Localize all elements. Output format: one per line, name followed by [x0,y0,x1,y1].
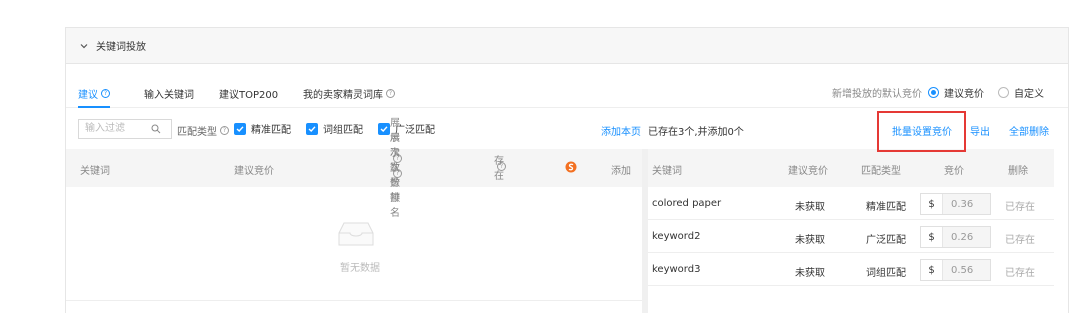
col-bid: 竞价 [944,166,964,177]
row-match-type: 词组匹配 [866,268,906,279]
panel-title: 关键词投放 [96,42,146,53]
col-keyword: 关键词 [80,166,110,177]
col-keyword: 关键词 [652,166,682,177]
checkbox-checked-icon [378,122,390,135]
checkbox-phrase[interactable]: 词组匹配 [306,121,363,136]
tab-label: 输入关键词 [144,90,194,101]
radio-custom-bid[interactable] [998,87,1009,98]
table-row: keyword3 未获取 词组匹配 $ 0.56 已存在 [648,253,1054,286]
radio-label: 建议竞价 [944,89,984,100]
bid-input[interactable]: $ 0.26 [920,226,991,248]
row-match-type: 精准匹配 [866,202,906,213]
currency-symbol: $ [921,194,943,214]
checkbox-label: 精准匹配 [251,125,291,136]
batch-set-bid-link[interactable]: 批量设置竞价 [892,123,952,138]
add-page-link[interactable]: 添加本页 [601,123,641,138]
row-suggested-bid: 未获取 [795,202,825,213]
bid-value[interactable]: 0.26 [943,227,990,247]
table-row: colored paper 未获取 精准匹配 $ 0.36 已存在 [648,187,1054,220]
suggestion-table-body: 暂无数据 [66,187,642,301]
added-keywords-table: 关键词 建议竞价 匹配类型 竞价 删除 colored paper 未获取 精准… [648,149,1054,286]
col-suggested-bid: 建议竞价 [788,166,828,177]
bid-input[interactable]: $ 0.36 [920,193,991,215]
checkbox-broad[interactable]: 广泛匹配 [378,121,435,136]
row-suggested-bid: 未获取 [795,235,825,246]
bid-input[interactable]: $ 0.56 [920,259,991,281]
export-link[interactable]: 导出 [970,123,990,138]
keyword-targeting-panel: 关键词投放 建议 ? 输入关键词 建议TOP200 我的卖家精灵词库 ? 新增投… [65,27,1069,313]
col-delete: 删除 [1008,166,1028,177]
empty-inbox-icon [338,221,374,250]
row-suggested-bid: 未获取 [795,268,825,279]
row-status: 已存在 [1005,202,1035,213]
col-exists-text: 存在 [494,155,504,182]
tab-top200[interactable]: 建议TOP200 [219,86,278,101]
bid-value[interactable]: 0.56 [943,260,990,280]
checkbox-checked-icon [306,122,318,135]
col-impression-rank: 展示次数排名 ? [390,133,402,219]
default-bid-setting: 新增投放的默认竞价 建议竞价 自定义 [832,85,1044,100]
empty-text: 暂无数据 [340,263,380,274]
row-match-type: 广泛匹配 [866,235,906,246]
panel-header[interactable]: 关键词投放 [66,28,1068,64]
col-exists: 存在 ? [494,156,506,182]
radio-suggested-bid[interactable] [928,87,939,98]
search-icon[interactable] [151,124,161,137]
seller-sprite-icon [565,161,577,176]
suggestion-table-header: 关键词 建议竞价 展示次数份额 ? 展示次数排名 ? 存在 ? 添加 [66,118,642,219]
bid-value[interactable]: 0.36 [943,194,990,214]
default-bid-label: 新增投放的默认竞价 [832,89,922,100]
row-status: 已存在 [1005,268,1035,279]
tab-suggested[interactable]: 建议 ? [78,86,110,108]
checkbox-label: 词组匹配 [323,125,363,136]
added-table-header: 关键词 建议竞价 匹配类型 竞价 删除 [648,149,1054,187]
help-icon: ? [101,89,110,98]
help-icon: ? [386,89,395,98]
chevron-down-icon[interactable] [78,40,90,52]
checkbox-exact[interactable]: 精准匹配 [234,121,291,136]
exist-info-text: 已存在3个,并添加0个 [648,127,744,138]
currency-symbol: $ [921,227,943,247]
tab-input-keywords[interactable]: 输入关键词 [144,86,194,101]
tab-label: 我的卖家精灵词库 [303,90,383,101]
tab-label: 建议 [78,90,98,101]
col-add: 添加 [611,166,631,177]
match-type-label: 匹配类型 ? [177,123,229,138]
row-keyword: keyword2 [652,231,701,242]
col-match-type: 匹配类型 [861,166,901,177]
col-suggested-bid: 建议竞价 [234,166,274,177]
checkbox-checked-icon [234,122,246,135]
tab-keyword-library[interactable]: 我的卖家精灵词库 ? [303,86,395,101]
row-keyword: keyword3 [652,264,701,275]
filter-row: 输入过滤 匹配类型 ? 精准匹配 词组匹配 广泛匹配 添加本页 已存在3个,并添… [66,116,1068,142]
currency-symbol: $ [921,260,943,280]
table-row: keyword2 未获取 广泛匹配 $ 0.26 已存在 [648,220,1054,253]
tab-label: 建议TOP200 [219,90,279,101]
row-keyword: colored paper [652,198,722,209]
suggestion-table: 关键词 建议竞价 展示次数份额 ? 展示次数排名 ? 存在 ? 添加 暂无数据 [66,118,642,313]
help-icon: ? [220,126,229,135]
row-status: 已存在 [1005,235,1035,246]
radio-label: 自定义 [1014,89,1044,100]
delete-all-link[interactable]: 全部删除 [1009,123,1049,138]
match-type-text: 匹配类型 [177,127,217,138]
